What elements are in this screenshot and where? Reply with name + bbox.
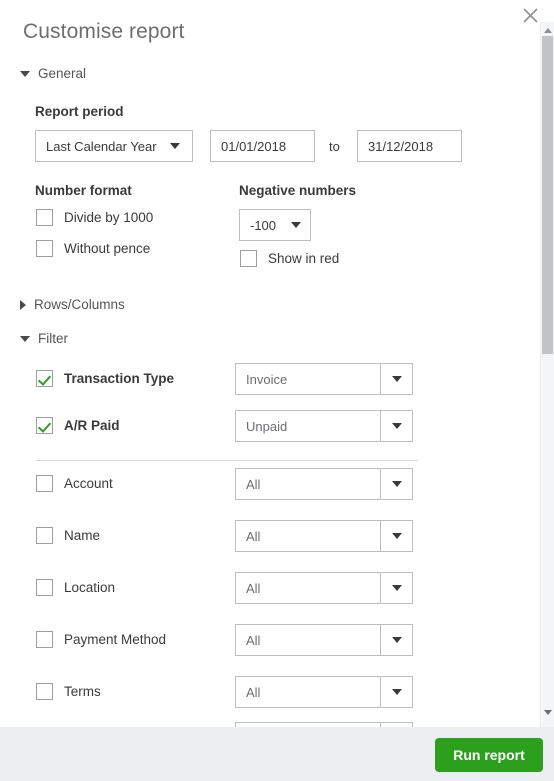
filter-value-select[interactable]: Invoice: [235, 363, 413, 395]
vertical-scrollbar[interactable]: [540, 22, 554, 727]
filter-value-select[interactable]: All: [235, 572, 413, 604]
filter-row: A/R Paid Unpaid: [36, 410, 516, 442]
chevron-down-icon: [20, 70, 30, 77]
checkbox-divide-by-1000[interactable]: Divide by 1000: [36, 209, 153, 226]
checkbox-box: [36, 527, 53, 544]
chevron-down-icon: [381, 689, 412, 695]
date-to-input[interactable]: [357, 130, 462, 162]
chevron-down-icon: [381, 481, 412, 487]
section-header-filter[interactable]: Filter: [20, 331, 68, 346]
chevron-down-icon: [158, 143, 192, 149]
chevron-down-icon: [381, 585, 412, 591]
filter-row: Transaction Type Invoice: [36, 363, 516, 395]
filter-row: Account All: [36, 468, 516, 500]
filter-row: Payment Method All: [36, 624, 516, 656]
filter-checkbox[interactable]: Location: [36, 579, 115, 596]
panel-footer: Run report: [0, 727, 554, 781]
section-label-rows-columns: Rows/Columns: [34, 297, 125, 312]
checkbox-box: [36, 579, 53, 596]
filter-row: Terms All: [36, 676, 516, 708]
filter-value: Invoice: [246, 371, 288, 387]
section-header-rows-columns[interactable]: Rows/Columns: [20, 297, 125, 312]
chevron-down-icon: [381, 637, 412, 643]
panel-scroll-content: Customise report General Report period L…: [0, 0, 539, 727]
filter-checkbox[interactable]: Payment Method: [36, 631, 166, 648]
chevron-down-icon: [381, 423, 412, 429]
number-format-label: Number format: [35, 183, 132, 198]
report-period-label: Report period: [35, 104, 124, 119]
negative-numbers-value: -100: [250, 217, 277, 233]
checkbox-box: [36, 240, 53, 257]
date-from-input[interactable]: [210, 130, 315, 162]
filter-row: Name All: [36, 520, 516, 552]
filter-value: All: [246, 476, 261, 492]
filter-value-select[interactable]: All: [235, 624, 413, 656]
filter-value-select[interactable]: All: [235, 468, 413, 500]
scroll-down-arrow-icon[interactable]: [541, 706, 554, 719]
checkbox-box: [36, 417, 53, 434]
report-period-select[interactable]: Last Calendar Year: [35, 130, 193, 162]
checkbox-show-in-red[interactable]: Show in red: [240, 250, 339, 267]
filter-checkbox[interactable]: Terms: [36, 683, 101, 700]
filter-label: Location: [64, 580, 116, 595]
close-icon[interactable]: [520, 5, 542, 27]
section-header-general[interactable]: General: [20, 66, 86, 81]
filter-row: Location All: [36, 572, 516, 604]
run-report-button[interactable]: Run report: [435, 738, 543, 772]
filter-value-select[interactable]: All: [235, 676, 413, 708]
page-title: Customise report: [23, 20, 185, 43]
negative-numbers-label: Negative numbers: [239, 183, 357, 198]
filter-checkbox[interactable]: Name: [36, 527, 100, 544]
filter-value: All: [246, 632, 261, 648]
filter-checkbox[interactable]: A/R Paid: [36, 417, 120, 434]
filter-label: Terms: [64, 684, 101, 699]
checkbox-box: [36, 475, 53, 492]
checkbox-label: Divide by 1000: [64, 210, 154, 225]
filter-checkbox[interactable]: Account: [36, 475, 113, 492]
checkbox-label: Show in red: [268, 251, 340, 266]
negative-numbers-select[interactable]: -100: [239, 209, 311, 241]
report-period-value: Last Calendar Year: [46, 138, 157, 154]
filter-label: Name: [64, 528, 101, 543]
scrollbar-thumb[interactable]: [542, 36, 553, 354]
chevron-down-icon: [381, 533, 412, 539]
filter-checkbox[interactable]: Transaction Type: [36, 370, 174, 387]
checkbox-box: [36, 370, 53, 387]
checkbox-box: [36, 631, 53, 648]
date-range-to-label: to: [329, 139, 340, 154]
checkbox-without-pence[interactable]: Without pence: [36, 240, 150, 257]
filter-divider: [36, 460, 418, 461]
filter-value: All: [246, 528, 261, 544]
section-label-filter: Filter: [38, 331, 68, 346]
filter-value: All: [246, 684, 261, 700]
section-label-general: General: [38, 66, 87, 81]
checkbox-box: [240, 250, 257, 267]
filter-label: A/R Paid: [64, 418, 120, 433]
chevron-down-icon: [20, 335, 30, 342]
chevron-right-icon: [20, 299, 26, 310]
filter-label: Payment Method: [64, 632, 167, 647]
filter-value-select[interactable]: Unpaid: [235, 410, 413, 442]
checkbox-box: [36, 209, 53, 226]
filter-value-select[interactable]: All: [235, 520, 413, 552]
customise-report-panel: Customise report General Report period L…: [0, 0, 554, 781]
checkbox-box: [36, 683, 53, 700]
filter-label: Account: [64, 476, 113, 491]
chevron-down-icon: [282, 222, 310, 228]
filter-value: All: [246, 580, 261, 596]
filter-value: Unpaid: [246, 418, 288, 434]
filter-label: Transaction Type: [64, 371, 175, 386]
checkbox-label: Without pence: [64, 241, 151, 256]
chevron-down-icon: [381, 376, 412, 382]
